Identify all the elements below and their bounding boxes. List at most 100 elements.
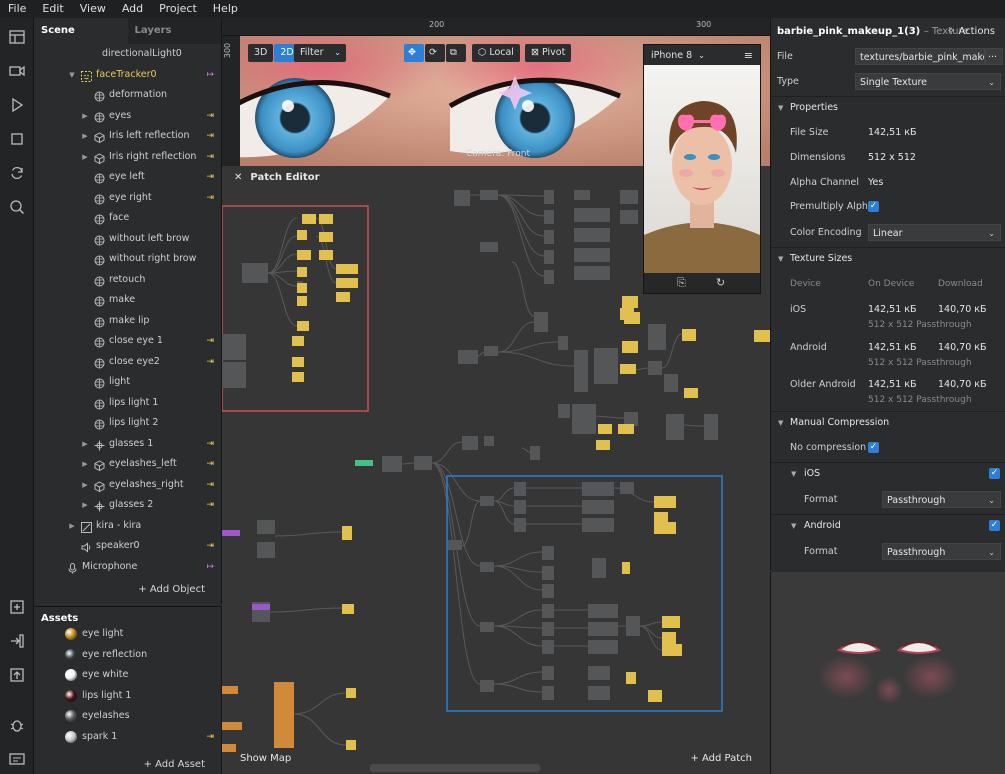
patch-node[interactable] [292,336,304,346]
menu-help[interactable]: Help [205,0,246,18]
pivot-button[interactable]: ⊠ Pivot [525,44,572,62]
actions-button[interactable]: ✧ Actions [947,26,995,37]
asset-item[interactable]: eye reflection [34,645,222,665]
upload-icon[interactable] [8,666,26,684]
premultiply-alpha-checkbox[interactable]: ✓ [868,201,879,212]
patch-node[interactable] [346,740,356,750]
patch-node[interactable] [222,530,240,536]
scene-tree-item[interactable]: ▶ glasses 2 ⇥ [34,495,222,516]
patch-node[interactable] [622,562,630,574]
patch-node[interactable] [626,672,636,684]
expand-arrow-closed-icon[interactable]: ▶ [68,516,76,537]
add-object-button[interactable]: + Add Object [138,584,205,595]
android-compression-section[interactable]: ▼ Android [771,514,1005,536]
close-icon[interactable]: ✕ [234,172,242,183]
type-dropdown[interactable]: Single Texture ⌄ [855,73,1001,90]
patch-node[interactable] [454,190,470,206]
local-button[interactable]: ⬡ Local [472,44,520,62]
import-icon[interactable] [8,632,26,650]
asset-item[interactable]: eye white [34,665,222,685]
patch-node[interactable] [544,270,554,284]
expand-arrow-closed-icon[interactable]: ▶ [81,495,89,516]
ios-compression-checkbox[interactable]: ✓ [989,468,1000,479]
patch-node[interactable] [336,292,350,302]
scene-tree-item[interactable]: eye right ⇥ [34,188,222,209]
patch-node[interactable] [302,214,316,224]
patch-node[interactable] [382,456,402,472]
scene-tree-item[interactable]: close eye 1 ⇥ [34,331,222,352]
scene-tree-item[interactable]: ▶ glasses 1 ⇥ [34,434,222,455]
scene-tree-item[interactable]: ▶ eyelashes_left ⇥ [34,454,222,475]
scene-tree-item[interactable]: ▶ Iris left reflection ⇥ [34,126,222,147]
properties-section[interactable]: ▼ Properties [771,96,1005,118]
patch-node[interactable] [480,562,494,572]
visibility-toggle-icon[interactable]: ⇥ [206,536,214,557]
patch-node[interactable] [534,312,548,332]
patch-node[interactable] [588,686,610,700]
camera-switch-icon[interactable]: ⎘ [677,276,686,290]
patch-node[interactable] [480,496,494,506]
add-panel-icon[interactable] [8,598,26,616]
patch-node[interactable] [558,404,570,418]
patch-node[interactable] [274,682,294,748]
filter-dropdown[interactable]: Filter ⌄ [294,44,346,62]
expand-arrow-closed-icon[interactable]: ▶ [81,475,89,496]
visibility-toggle-icon[interactable]: ⇥ [206,495,214,516]
visibility-toggle-icon[interactable]: ⇥ [206,126,214,147]
patch-node[interactable] [514,482,526,496]
texture-sizes-section[interactable]: ▼ Texture Sizes [771,247,1005,269]
patch-node[interactable] [222,722,242,730]
patch-node[interactable] [704,414,718,440]
patch-node[interactable] [618,424,634,434]
patch-node[interactable] [222,334,246,360]
scene-tree-item[interactable]: close eye2 ⇥ [34,352,222,373]
patch-node[interactable] [297,283,307,293]
device-select[interactable]: iPhone 8 [651,50,692,61]
console-icon[interactable] [8,750,26,768]
patch-node[interactable] [666,414,684,440]
patch-node[interactable] [622,341,638,353]
bug-icon[interactable] [8,716,26,734]
scale-tool-button[interactable]: ⧉ [446,44,466,62]
android-format-dropdown[interactable]: Passthrough ⌄ [882,543,1001,560]
patch-node[interactable] [574,350,588,392]
patch-node[interactable] [257,542,275,558]
patch-output-icon[interactable]: ↦ [206,557,214,578]
patch-node[interactable] [574,248,610,262]
scene-tree-item[interactable]: ▼ faceTracker0 ↦ [34,65,222,86]
asset-item[interactable]: spark 1 ⇥ [34,727,222,747]
asset-item[interactable]: eye light [34,624,222,644]
patch-node[interactable] [355,460,373,466]
patch-node[interactable] [222,686,238,694]
chevron-down-icon[interactable]: ⌄ [698,51,705,60]
scene-tree-item[interactable]: make lip [34,311,222,332]
add-asset-button[interactable]: + Add Asset [144,759,205,770]
scene-tree-item[interactable]: ▶ eyes ⇥ [34,106,222,127]
visibility-toggle-icon[interactable]: ⇥ [206,147,214,168]
scene-tree-item[interactable]: ▶ Iris right reflection ⇥ [34,147,222,168]
patch-node[interactable] [588,640,618,654]
scene-tree-item[interactable]: deformation [34,85,222,106]
scene-tree-item[interactable]: directionalLight0 [34,44,222,65]
menu-icon[interactable]: ≡ [744,49,753,62]
scene-tree-item[interactable]: face [34,208,222,229]
patch-node[interactable] [594,348,618,384]
patch-node[interactable] [458,350,478,364]
patch-node[interactable] [292,372,304,382]
patch-node[interactable] [257,520,275,534]
patch-node[interactable] [592,558,606,578]
patch-node[interactable] [297,296,307,306]
patch-node[interactable] [414,456,432,470]
patch-node[interactable] [620,364,636,374]
color-encoding-dropdown[interactable]: Linear ⌄ [868,224,1001,241]
patch-node[interactable] [484,346,498,356]
patch-node[interactable] [544,190,554,204]
refresh-icon[interactable] [8,164,26,182]
layout-icon[interactable] [8,28,26,46]
patch-node[interactable] [542,686,554,700]
visibility-toggle-icon[interactable]: ⇥ [206,188,214,209]
scene-tree-item[interactable]: retouch [34,270,222,291]
move-tool-button[interactable]: ✥ [404,44,424,62]
patch-node[interactable] [574,228,610,242]
patch-node[interactable] [448,540,462,550]
